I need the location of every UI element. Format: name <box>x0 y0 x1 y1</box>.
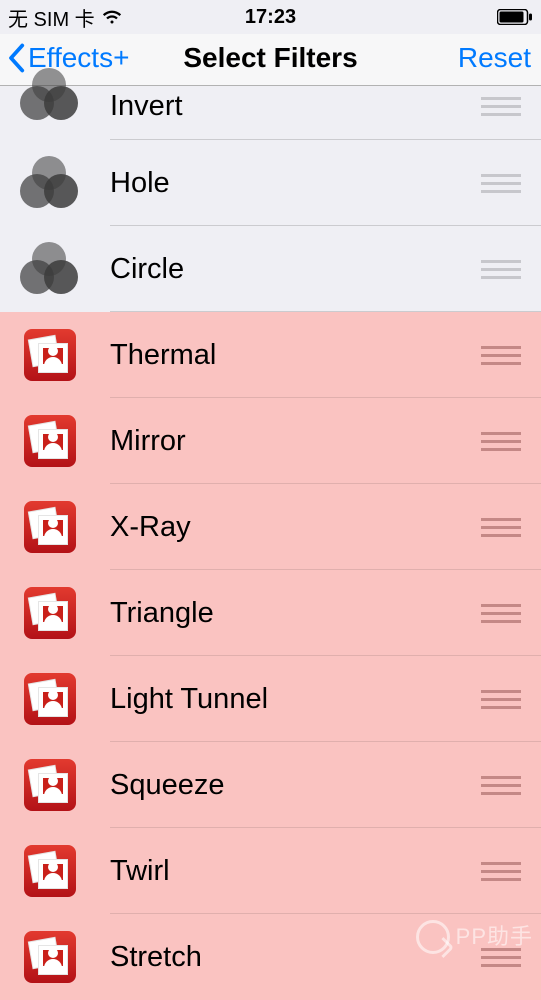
filter-row[interactable]: Triangle <box>0 570 541 656</box>
photo-app-icon <box>20 841 80 901</box>
filter-label: Circle <box>110 253 481 286</box>
filter-row[interactable]: Mirror <box>0 398 541 484</box>
drag-handle-icon[interactable] <box>481 948 521 967</box>
filter-row[interactable]: X-Ray <box>0 484 541 570</box>
nav-bar: Effects+ Select Filters Reset <box>0 34 541 86</box>
photo-app-icon <box>20 411 80 471</box>
filter-label: X-Ray <box>110 511 481 544</box>
filter-label: Triangle <box>110 597 481 630</box>
filter-icon <box>20 153 80 213</box>
photo-app-icon <box>20 583 80 643</box>
drag-handle-icon[interactable] <box>481 518 521 537</box>
filter-row[interactable]: Stretch <box>0 914 541 1000</box>
filter-icon <box>20 86 80 146</box>
status-time: 17:23 <box>0 6 541 29</box>
filter-list: Invert Hole Circle Thermal Mirror <box>0 86 541 1000</box>
filter-row[interactable]: Twirl <box>0 828 541 914</box>
photo-app-icon <box>20 325 80 385</box>
filter-row[interactable]: Squeeze <box>0 742 541 828</box>
drag-handle-icon[interactable] <box>481 174 521 193</box>
reset-button[interactable]: Reset <box>458 42 531 74</box>
filter-row[interactable]: Circle <box>0 226 541 312</box>
filter-label: Light Tunnel <box>110 683 481 716</box>
filter-label: Stretch <box>110 941 481 974</box>
drag-handle-icon[interactable] <box>481 97 521 116</box>
photo-app-icon <box>20 669 80 729</box>
filter-label: Invert <box>110 90 481 123</box>
filter-label: Thermal <box>110 339 481 372</box>
filter-label: Squeeze <box>110 769 481 802</box>
drag-handle-icon[interactable] <box>481 604 521 623</box>
photo-app-icon <box>20 755 80 815</box>
status-bar: 无 SIM 卡 17:23 <box>0 0 541 34</box>
filter-label: Mirror <box>110 425 481 458</box>
filter-row[interactable]: Hole <box>0 140 541 226</box>
filter-label: Hole <box>110 167 481 200</box>
drag-handle-icon[interactable] <box>481 862 521 881</box>
filter-icon <box>20 239 80 299</box>
filter-row[interactable]: Thermal <box>0 312 541 398</box>
drag-handle-icon[interactable] <box>481 346 521 365</box>
filter-row[interactable]: Light Tunnel <box>0 656 541 742</box>
photo-app-icon <box>20 497 80 557</box>
drag-handle-icon[interactable] <box>481 260 521 279</box>
photo-app-icon <box>20 927 80 987</box>
drag-handle-icon[interactable] <box>481 690 521 709</box>
filter-row[interactable]: Invert <box>0 86 541 140</box>
filter-label: Twirl <box>110 855 481 888</box>
drag-handle-icon[interactable] <box>481 776 521 795</box>
drag-handle-icon[interactable] <box>481 432 521 451</box>
